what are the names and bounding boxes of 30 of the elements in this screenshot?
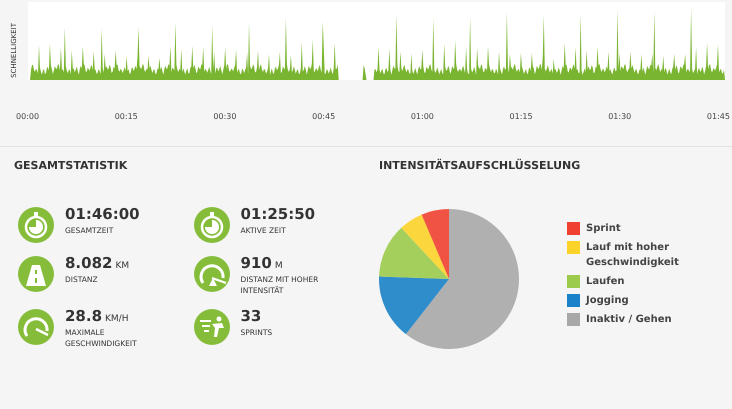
time-label: 01:00 [410,111,434,123]
stat-value: 01:46:00 [65,206,140,222]
legend-label: Jogging [586,294,630,308]
section-title: GESAMTSTATISTIK [14,158,128,174]
stopwatch-icon [18,206,54,242]
stat-value: 910 [240,256,272,270]
road-icon [18,256,54,292]
stat-value: 33 [240,308,262,324]
time-label: 00:15 [114,111,138,123]
gauge-icon [18,308,54,344]
stat-value: 28.8 [65,308,102,324]
section-title: INTENSITÄTSAUFSCHLÜSSELUNG [379,158,582,174]
legend-label: Lauf mit hoher Geschwindigkeit [586,240,680,270]
legend-label: Sprint [586,222,622,236]
stat-value: 8.082 [65,256,112,270]
sprinter-icon [194,308,230,344]
time-label: 00:00 [16,111,40,123]
time-label: 01:30 [608,111,632,123]
stat-unit: KM/H [105,314,128,324]
stopwatch-icon [194,206,230,242]
stat-unit: M [274,262,283,270]
time-label: 01:15 [510,111,533,123]
time-label: 00:30 [213,111,236,123]
time-label: 01:45 [706,111,730,123]
gauge-road-icon [194,256,230,292]
time-label: 00:45 [312,111,336,123]
legend-label: Laufen [586,274,626,288]
stat-value: 01:25:50 [240,206,316,222]
legend-label: Inaktiv / Gehen [586,312,673,326]
stat-unit: KM [115,262,130,270]
